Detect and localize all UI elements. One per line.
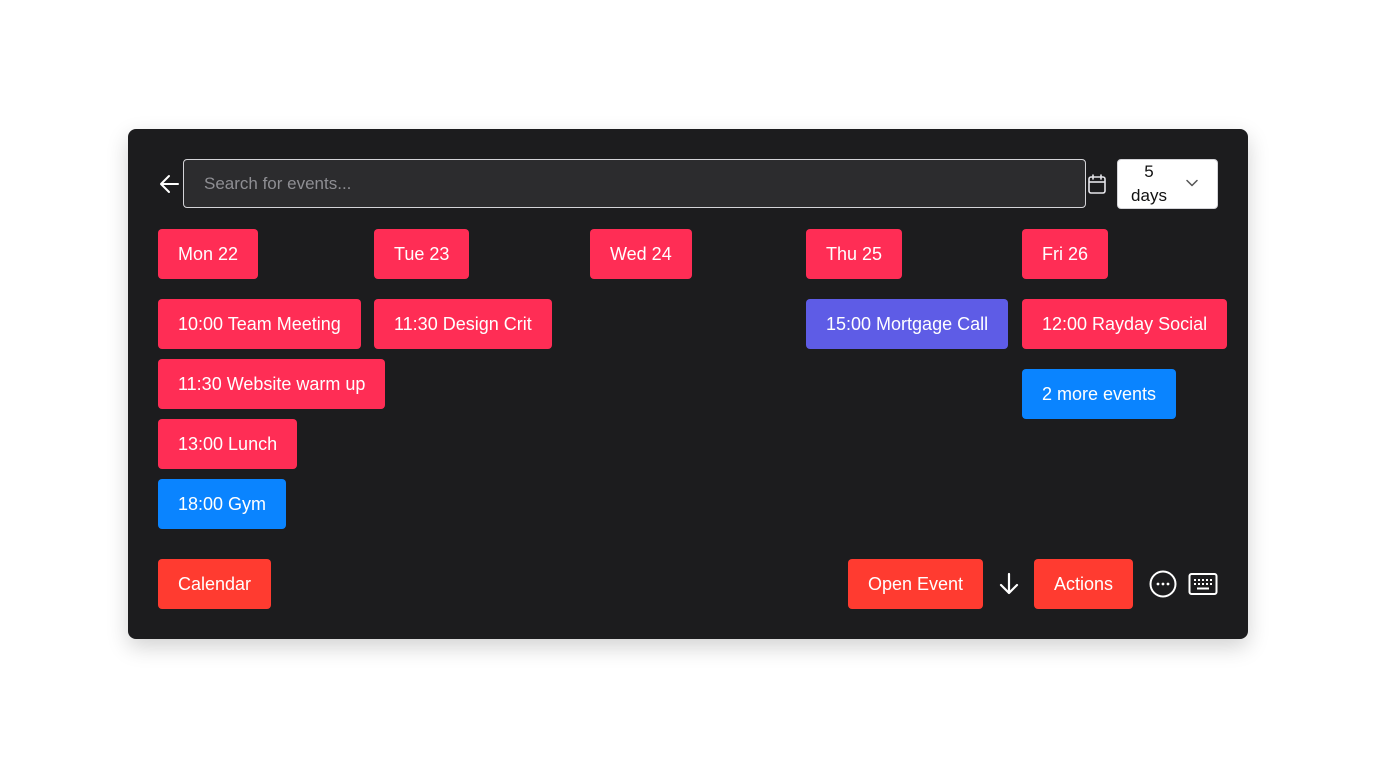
- more-horizontal-circle-icon: [1149, 570, 1177, 598]
- event-item[interactable]: 13:00 Lunch: [158, 419, 298, 469]
- more-options-button[interactable]: [1148, 569, 1178, 599]
- actions-button[interactable]: Actions: [1034, 559, 1134, 609]
- calendar-button[interactable]: Calendar: [158, 559, 272, 609]
- event-item[interactable]: 12:00 Rayday Social: [1022, 299, 1228, 349]
- event-item[interactable]: 11:30 Design Crit: [374, 299, 552, 349]
- day-header-fri[interactable]: Fri 26: [1022, 229, 1109, 279]
- calendar-icon[interactable]: [1088, 174, 1106, 194]
- keyboard-icon: [1188, 573, 1218, 595]
- day-header-thu[interactable]: Thu 25: [806, 229, 903, 279]
- day-header-tue[interactable]: Tue 23: [374, 229, 470, 279]
- back-button[interactable]: [158, 170, 182, 198]
- chevron-down-icon: [1186, 179, 1198, 187]
- calendar-panel: 5 days Mon 22 Tue 23 Wed 24 Thu 25 Fri 2…: [128, 129, 1248, 639]
- day-header-wed[interactable]: Wed 24: [590, 229, 692, 279]
- event-item[interactable]: 11:30 Website warm up: [158, 359, 386, 409]
- range-select-value: 5 days: [1131, 162, 1167, 205]
- range-select[interactable]: 5 days: [1117, 159, 1218, 209]
- event-item[interactable]: 15:00 Mortgage Call: [806, 299, 1009, 349]
- event-item[interactable]: 18:00 Gym: [158, 479, 287, 529]
- event-item[interactable]: 10:00 Team Meeting: [158, 299, 361, 349]
- open-event-button[interactable]: Open Event: [848, 559, 984, 609]
- arrow-down-icon: [999, 572, 1019, 595]
- more-events-button[interactable]: 2 more events: [1022, 369, 1177, 419]
- move-down-button[interactable]: [996, 571, 1022, 597]
- keyboard-shortcuts-button[interactable]: [1187, 570, 1219, 598]
- arrow-left-icon: [160, 175, 179, 193]
- day-header-mon[interactable]: Mon 22: [158, 229, 259, 279]
- search-input[interactable]: [183, 159, 1086, 208]
